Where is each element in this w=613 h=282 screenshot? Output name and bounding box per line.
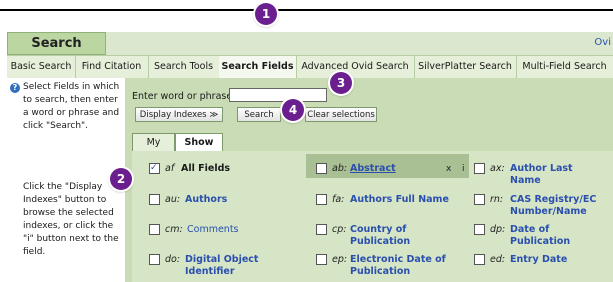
field-checkbox[interactable] <box>474 254 485 265</box>
callout-1: 1 <box>255 3 277 25</box>
field-name[interactable]: Author Last Name <box>510 163 602 187</box>
field-checkbox[interactable] <box>316 194 327 205</box>
field-abbr: ax: <box>490 163 505 174</box>
field-abbr: ab: <box>332 163 348 174</box>
clear-selections-button[interactable]: Clear selections <box>305 107 377 122</box>
field-abbr: ep: <box>332 254 348 265</box>
field-checkbox[interactable] <box>149 162 160 174</box>
field-checkbox[interactable] <box>316 163 327 174</box>
field-name[interactable]: Country of Publication <box>350 224 440 248</box>
field-checkbox[interactable] <box>474 163 485 174</box>
tab-multi-field-search[interactable]: Multi-Field Search <box>516 56 613 78</box>
close-icon[interactable]: x <box>446 163 451 175</box>
search-fields-panel: Enter word or phrase: Display Indexes ≫ … <box>125 78 613 282</box>
callout-3: 3 <box>330 72 352 94</box>
field-abbr: cp: <box>332 224 347 235</box>
phrase-label: Enter word or phrase: <box>132 91 236 102</box>
callout-4: 4 <box>282 99 304 121</box>
field-checkbox[interactable] <box>474 194 485 205</box>
help-sidebar: ? Select Fields in which to search, then… <box>7 78 125 282</box>
tab-basic-search[interactable]: Basic Search <box>7 56 76 78</box>
search-button[interactable]: Search <box>237 107 281 122</box>
field-abbr: au: <box>165 194 181 205</box>
search-mode-tabs: Basic Search Find Citation Search Tools … <box>7 55 613 79</box>
field-name[interactable]: Date of Publication <box>510 224 590 248</box>
field-checkbox[interactable] <box>316 254 327 265</box>
field-name[interactable]: Abstract <box>350 163 396 175</box>
field-name[interactable]: Digital Object Identifier <box>185 254 285 278</box>
field-abbr: cm: <box>165 224 183 235</box>
tab-search-fields[interactable]: Search Fields <box>219 56 297 78</box>
info-icon[interactable]: i <box>462 163 465 175</box>
field-name[interactable]: All Fields <box>181 163 230 175</box>
ovid-link[interactable]: Ovi <box>594 37 611 48</box>
tab-my-fields[interactable]: My Fields <box>132 133 175 166</box>
display-indexes-button[interactable]: Display Indexes ≫ <box>135 107 223 122</box>
title-bar: Search Ovi <box>7 32 613 55</box>
field-name[interactable]: CAS Registry/EC Number/Name <box>510 194 608 218</box>
field-abbr: fa: <box>332 194 345 205</box>
field-checkbox[interactable] <box>149 254 160 265</box>
field-abbr: af <box>165 163 175 174</box>
field-checkbox[interactable] <box>149 194 160 205</box>
field-name[interactable]: Electronic Date of Publication <box>350 254 446 278</box>
field-name[interactable]: Authors Full Name <box>350 194 450 206</box>
field-checkbox[interactable] <box>149 224 160 235</box>
field-abbr: do: <box>165 254 181 265</box>
phrase-input[interactable] <box>229 88 327 102</box>
callout-2: 2 <box>110 168 132 190</box>
fields-list: af All Fields ab: Abstract x i ax: Autho… <box>132 151 613 282</box>
tab-show-all[interactable]: Show All <box>175 133 223 166</box>
field-abbr: dp: <box>490 224 506 235</box>
top-divider <box>0 9 613 11</box>
field-name[interactable]: Authors <box>185 194 227 206</box>
field-name[interactable]: Entry Date <box>510 254 567 266</box>
search-title-tab[interactable]: Search <box>7 32 106 55</box>
help-text-display: Click the "Display Indexes" button to br… <box>23 182 119 257</box>
help-icon: ? <box>10 83 20 93</box>
tab-silverplatter-search[interactable]: SilverPlatter Search <box>414 56 517 78</box>
field-checkbox[interactable] <box>474 224 485 235</box>
field-checkbox[interactable] <box>316 224 327 235</box>
tab-find-citation[interactable]: Find Citation <box>75 56 149 78</box>
help-text-select: Select Fields in which to search, then e… <box>23 82 120 131</box>
tab-search-tools[interactable]: Search Tools <box>148 56 220 78</box>
field-abbr: rn: <box>490 194 504 205</box>
field-name[interactable]: Comments <box>187 224 239 236</box>
tab-advanced-ovid-search[interactable]: Advanced Ovid Search <box>296 56 415 78</box>
field-abbr: ed: <box>490 254 506 265</box>
